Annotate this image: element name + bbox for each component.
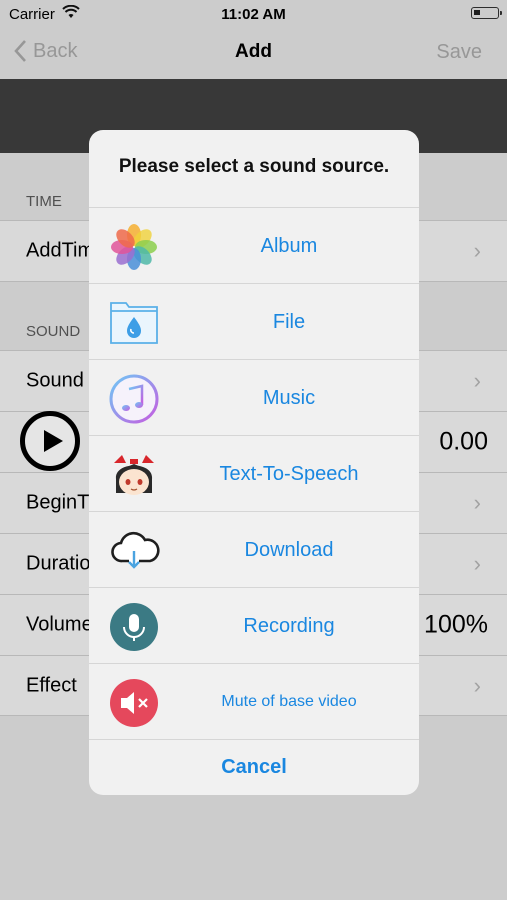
cloud-download-icon: [111, 531, 160, 569]
option-label: Download: [244, 539, 334, 561]
sound-source-dialog: Please select a sound source. Album File: [89, 130, 419, 795]
option-album[interactable]: Album: [89, 208, 419, 284]
option-label: Music: [262, 387, 316, 409]
option-label: Recording: [243, 615, 335, 637]
option-label: File: [272, 311, 306, 333]
photos-icon: [111, 224, 157, 270]
option-label: Album: [260, 235, 318, 257]
option-music[interactable]: Music: [89, 360, 419, 436]
option-text-to-speech[interactable]: Text-To-Speech: [89, 436, 419, 512]
microphone-icon: [110, 603, 158, 651]
option-label: Text-To-Speech: [219, 463, 359, 485]
option-label: Mute of base video: [221, 693, 357, 710]
option-recording[interactable]: Recording: [89, 588, 419, 664]
character-face-icon: [114, 455, 154, 495]
mute-speaker-icon: [110, 679, 158, 727]
folder-icon: [110, 302, 158, 344]
option-download[interactable]: Download: [89, 512, 419, 588]
option-mute-base-video[interactable]: Mute of base video: [89, 664, 419, 740]
dialog-heading: Please select a sound source.: [89, 130, 419, 208]
cancel-button[interactable]: Cancel: [89, 740, 419, 795]
music-note-icon: [109, 374, 159, 424]
option-file[interactable]: File: [89, 284, 419, 360]
